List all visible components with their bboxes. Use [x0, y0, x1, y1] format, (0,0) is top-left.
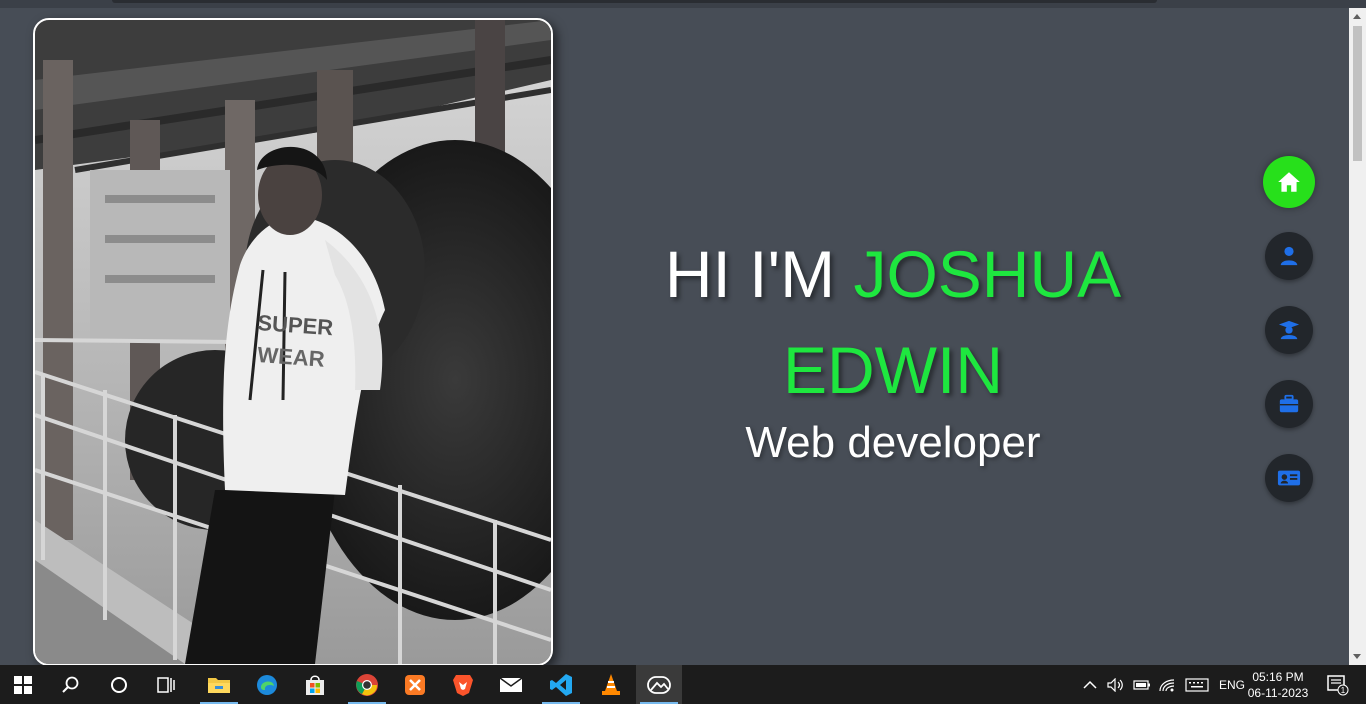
cortana-icon	[111, 676, 127, 693]
portrait-photo: SUPER WEAR	[33, 18, 553, 665]
svg-text:WEAR: WEAR	[257, 342, 326, 372]
taskbar-clock[interactable]: 05:16 PM 06-11-2023	[1238, 669, 1318, 701]
chrome-icon	[356, 673, 378, 696]
svg-text:SUPER: SUPER	[257, 310, 334, 340]
hero-role: Web developer	[745, 418, 1041, 467]
windows-taskbar: ENG 05:16 PM 06-11-2023 1	[0, 665, 1366, 704]
vscode-icon	[550, 673, 572, 696]
edge-icon	[257, 674, 277, 695]
clock-date: 06-11-2023	[1247, 686, 1309, 700]
taskbar-brave[interactable]	[440, 665, 486, 704]
browser-top-strip	[0, 0, 1366, 8]
system-tray: ENG	[1083, 665, 1245, 704]
nav-contact-button[interactable]	[1265, 454, 1313, 502]
taskbar-file-explorer[interactable]	[196, 665, 242, 704]
xampp-icon	[405, 674, 425, 695]
taskbar-photos[interactable]	[636, 665, 682, 704]
taskbar-xampp[interactable]	[392, 665, 438, 704]
start-button[interactable]	[0, 665, 46, 704]
browser-tab-strip	[112, 0, 1157, 3]
graduate-icon	[1278, 320, 1300, 340]
scroll-down-arrow-icon[interactable]	[1353, 654, 1361, 659]
contact-card-icon	[1277, 470, 1301, 486]
taskbar-chrome[interactable]	[344, 665, 390, 704]
task-view-icon	[157, 676, 175, 693]
folder-icon	[208, 677, 230, 693]
taskbar-store[interactable]	[292, 665, 338, 704]
brave-icon	[453, 674, 473, 696]
vlc-icon	[602, 673, 620, 695]
taskbar-vscode[interactable]	[538, 665, 584, 704]
nav-about-button[interactable]	[1265, 232, 1313, 280]
search-icon	[62, 676, 79, 693]
battery-icon[interactable]	[1133, 679, 1151, 691]
windows-logo-icon	[14, 675, 32, 694]
scrollbar-thumb[interactable]	[1353, 26, 1362, 161]
notification-count: 1	[1341, 686, 1346, 695]
page-viewport: SUPER WEAR HI I'M JOSHUA EDWIN Web devel…	[0, 8, 1349, 665]
volume-icon[interactable]	[1107, 677, 1125, 692]
hero-name-first: JOSHUA	[853, 237, 1122, 311]
action-center-button[interactable]: 1	[1318, 665, 1358, 704]
cortana-button[interactable]	[96, 665, 142, 704]
photos-icon	[647, 675, 671, 694]
nav-home-button[interactable]	[1263, 156, 1315, 208]
mail-icon	[499, 676, 523, 692]
chevron-up-icon[interactable]	[1083, 680, 1097, 690]
portrait-illustration: SUPER WEAR	[35, 20, 551, 664]
store-icon	[306, 674, 324, 695]
taskbar-vlc[interactable]	[588, 665, 634, 704]
wifi-icon[interactable]	[1159, 678, 1175, 692]
home-icon	[1278, 172, 1300, 192]
nav-portfolio-button[interactable]	[1265, 380, 1313, 428]
user-icon	[1280, 246, 1298, 266]
nav-education-button[interactable]	[1265, 306, 1313, 354]
scroll-up-arrow-icon[interactable]	[1353, 14, 1361, 19]
taskbar-edge[interactable]	[244, 665, 290, 704]
keyboard-icon[interactable]	[1185, 677, 1209, 692]
page-scrollbar[interactable]	[1349, 8, 1366, 665]
taskbar-search-button[interactable]	[48, 665, 94, 704]
hero-name-last: EDWIN	[783, 333, 1003, 407]
hero-heading: HI I'M JOSHUA EDWIN	[600, 226, 1186, 418]
clock-time: 05:16 PM	[1252, 670, 1304, 684]
task-view-button[interactable]	[144, 665, 190, 704]
taskbar-mail[interactable]	[488, 665, 534, 704]
briefcase-icon	[1279, 394, 1299, 413]
hero-text: HI I'M JOSHUA EDWIN Web developer	[600, 226, 1186, 468]
notification-icon: 1	[1327, 674, 1349, 695]
hero-greeting: HI I'M	[664, 237, 836, 311]
